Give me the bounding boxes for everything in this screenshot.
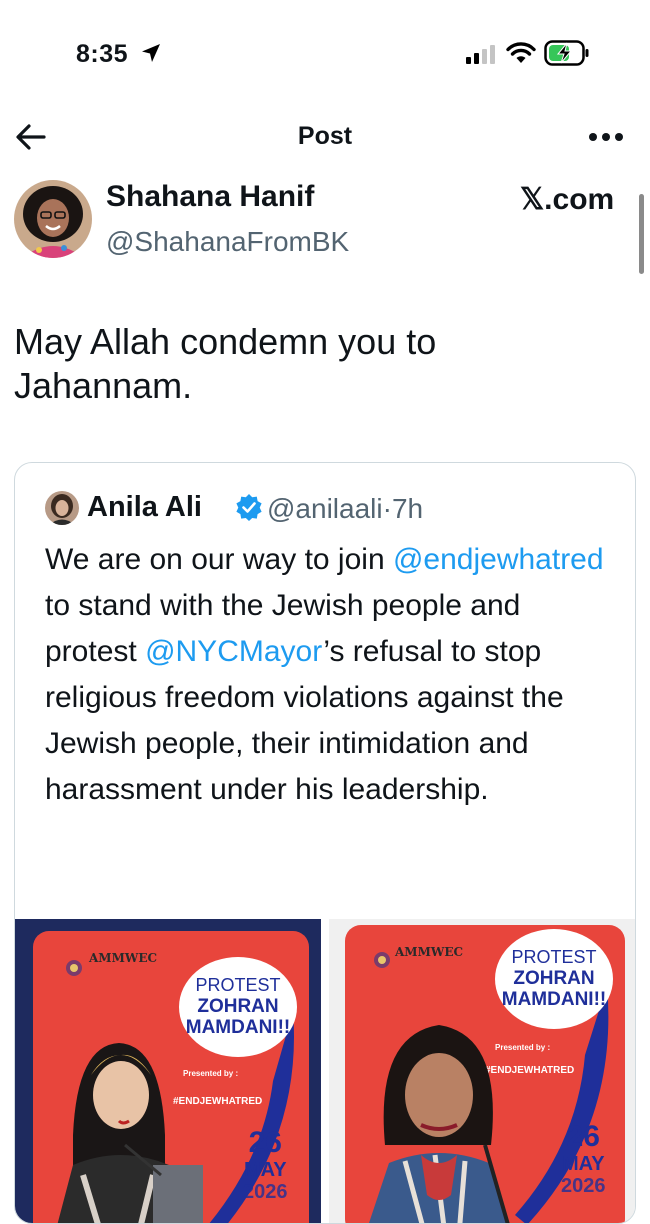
media-image-2[interactable]: AMMWEC PROTEST ZOHRAN MAMDANI!! Presente…: [329, 919, 635, 1223]
separator-dot: ·: [382, 493, 392, 524]
quoted-avatar: [45, 491, 79, 525]
avatar[interactable]: [14, 180, 92, 258]
mention-link[interactable]: @NYCMayor: [145, 635, 323, 668]
quoted-post[interactable]: Anila Ali @anilaali·7h We are on our way…: [14, 462, 636, 1224]
poster-org: AMMWEC: [89, 951, 158, 965]
wifi-icon: [506, 42, 536, 63]
signal-icon: [466, 45, 495, 64]
avatar-image: [14, 180, 92, 258]
org-emblem-icon: [374, 952, 390, 968]
quoted-media[interactable]: AMMWEC PROTEST ZOHRAN MAMDANI!! Presente…: [15, 919, 635, 1223]
author-handle[interactable]: @ShahanaFromBK: [106, 226, 349, 258]
scrollbar[interactable]: [639, 194, 644, 274]
source-label: 𝕏.com: [520, 183, 615, 216]
status-bar: 8:35: [0, 0, 650, 100]
mention-link[interactable]: @endjewhatred: [393, 543, 604, 576]
poster: AMMWEC PROTEST ZOHRAN MAMDANI!! Presente…: [33, 931, 309, 1223]
battery-charging-icon: [544, 40, 589, 66]
quoted-text: We are on our way to join @endjewhatred …: [45, 537, 615, 813]
quoted-text-segment: We are on our way to join: [45, 543, 393, 576]
navbar: Post: [0, 110, 650, 160]
author-name[interactable]: Shahana Hanif: [106, 180, 314, 214]
status-time: 8:35: [76, 40, 129, 68]
media-image-1[interactable]: AMMWEC PROTEST ZOHRAN MAMDANI!! Presente…: [15, 919, 321, 1223]
more-icon[interactable]: [588, 132, 624, 142]
quoted-handle-time: @anilaali·7h: [267, 493, 423, 525]
speaker-photo: [369, 1025, 510, 1223]
poster-org: AMMWEC: [395, 945, 464, 959]
post-text: May Allah condemn you to Jahannam.: [14, 321, 437, 406]
poster-date: 26 MAY 2026: [243, 1126, 288, 1204]
org-emblem-icon: [66, 960, 82, 976]
speaker-photo: [57, 1043, 203, 1223]
location-arrow-icon: [142, 44, 160, 62]
page-title: Post: [297, 122, 353, 150]
quoted-author-name: Anila Ali: [87, 491, 202, 523]
quoted-time: 7h: [391, 493, 424, 524]
verified-badge-icon: [236, 494, 262, 521]
quoted-author-handle: @anilaali: [267, 493, 383, 524]
poster-date: 26 MAY 2026: [561, 1120, 606, 1198]
poster: AMMWEC PROTEST ZOHRAN MAMDANI!! Presente…: [345, 925, 625, 1223]
